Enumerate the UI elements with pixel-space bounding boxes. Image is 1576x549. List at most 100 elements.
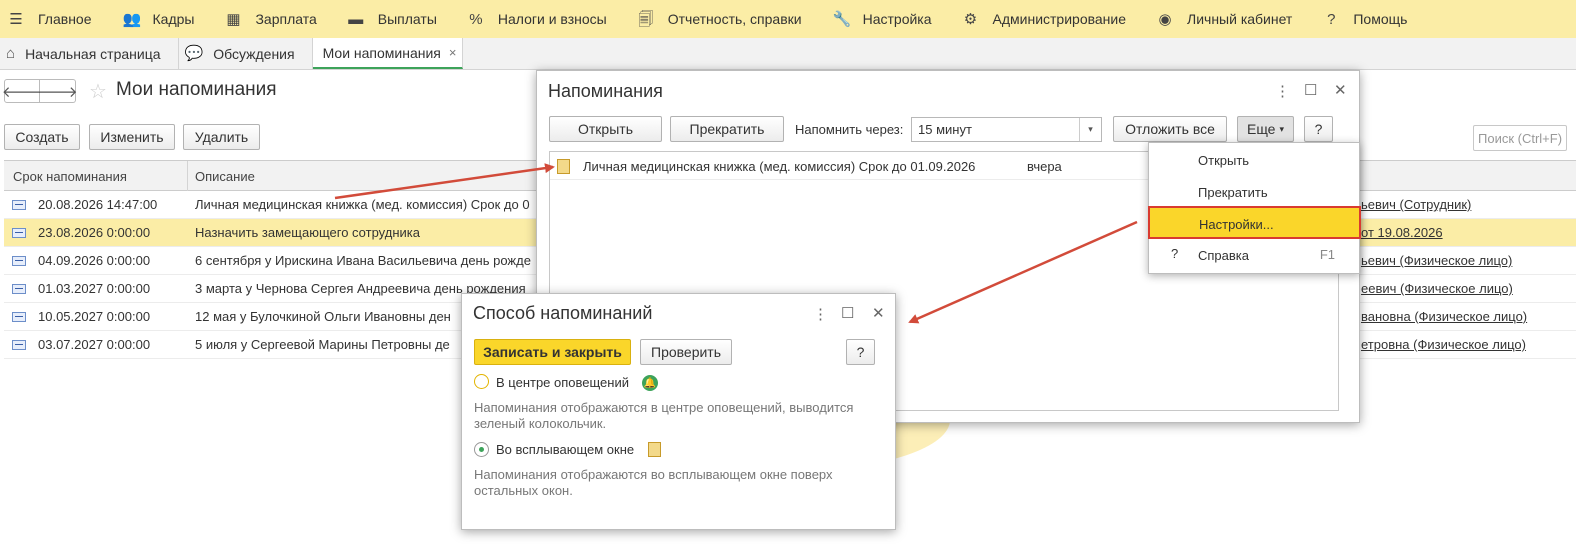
stop-button[interactable]: Прекратить — [670, 116, 784, 142]
popup-window-label[interactable]: Во всплывающем окне — [496, 442, 634, 457]
save-and-close-button[interactable]: Записать и закрыть — [474, 339, 631, 365]
cell-description: Назначить замещающего сотрудника — [195, 225, 420, 240]
menu-item-stop[interactable]: Прекратить — [1149, 178, 1359, 206]
menu-item-1[interactable]: 👥 Кадры — [123, 11, 195, 27]
reminder-clock-icon — [557, 159, 570, 174]
cell-description: Личная медицинская книжка (мед. комиссия… — [195, 197, 530, 212]
help-button[interactable]: ? — [846, 339, 875, 365]
history-nav: 🡐 🡒 — [2, 79, 78, 103]
reminder-type-icon — [12, 312, 26, 322]
tab-my-reminders[interactable]: Мои напоминания × — [312, 38, 464, 69]
tab-home[interactable]: ⌂ Начальная страница — [0, 38, 179, 69]
tab-discussions[interactable]: 💬 Обсуждения — [179, 38, 313, 69]
create-button[interactable]: Создать — [4, 124, 80, 150]
menu-item-label: Главное — [38, 11, 92, 27]
menu-item-5[interactable]: 🗐 Отчетность, справки — [638, 10, 802, 28]
close-window-icon[interactable]: ✕ — [1334, 81, 1347, 99]
close-window-icon[interactable]: ✕ — [872, 304, 885, 322]
column-header-date[interactable]: Срок напоминания — [13, 169, 127, 184]
menu-item-label: Справка — [1198, 248, 1249, 263]
help-button[interactable]: ? — [1304, 116, 1333, 142]
notification-center-radio[interactable] — [474, 374, 489, 389]
reminder-text: Личная медицинская книжка (мед. комиссия… — [583, 159, 976, 174]
maximize-icon[interactable]: ☐ — [841, 304, 854, 322]
cell-subject-link[interactable]: етровна (Физическое лицо) — [1361, 337, 1526, 352]
page-title: Мои напоминания — [116, 79, 277, 100]
calculator-icon: ▦ — [226, 10, 241, 28]
menu-item-7[interactable]: ⚙ Администрирование — [963, 10, 1126, 28]
menu-item-8[interactable]: ◉ Личный кабинет — [1157, 11, 1292, 27]
tab-my-reminders-label: Мои напоминания — [322, 44, 441, 61]
menu-item-2[interactable]: ▦ Зарплата — [225, 11, 316, 27]
reminder-method-window: Способ напоминаний ⋮ ☐ ✕ Записать и закр… — [461, 293, 896, 530]
main-menu-bar: ☰ Главное 👥 Кадры ▦ Зарплата ▬ Выплаты % Налоги и… — [0, 0, 1576, 38]
reminder-type-icon — [12, 200, 26, 210]
cell-subject-link[interactable]: от 19.08.2026 — [1361, 225, 1443, 240]
reminder-type-icon — [12, 256, 26, 266]
help-icon: ? — [1171, 246, 1179, 261]
menu-item-0[interactable]: ☰ Главное — [8, 11, 92, 27]
cell-date: 04.09.2026 0:00:00 — [38, 253, 151, 268]
popup-clock-icon — [648, 442, 661, 457]
reminder-type-icon — [12, 284, 26, 294]
remind-in-value: 15 минут — [918, 122, 972, 137]
menu-item-settings[interactable]: Настройки... — [1148, 206, 1361, 239]
cell-date: 03.07.2027 0:00:00 — [38, 337, 151, 352]
cell-subject-link[interactable]: ьевич (Физическое лицо) — [1361, 253, 1512, 268]
person-circle-icon: ◉ — [1158, 10, 1172, 28]
menu-item-label: Прекратить — [1198, 185, 1268, 200]
column-header-description[interactable]: Описание — [195, 169, 255, 184]
more-options-icon[interactable]: ⋮ — [813, 305, 828, 323]
menu-item-9[interactable]: ? Помощь — [1323, 11, 1407, 27]
help-icon: ? — [1327, 10, 1336, 28]
cell-subject-link[interactable]: ьевич (Сотрудник) — [1361, 197, 1471, 212]
menu-item-6[interactable]: 🔧 Настройка — [833, 11, 932, 27]
cell-date: 20.08.2026 14:47:00 — [38, 197, 158, 212]
notification-center-label[interactable]: В центре оповещений — [496, 375, 629, 390]
open-button[interactable]: Открыть — [549, 116, 662, 142]
users-icon: 👥 — [122, 10, 142, 28]
menu-item-label: Помощь — [1353, 11, 1408, 27]
menu-item-label: Отчетность, справки — [667, 11, 802, 27]
favorite-star-icon[interactable]: ☆ — [89, 79, 107, 104]
report-icon: 🗐 — [638, 10, 654, 28]
more-button-label: Еще — [1246, 121, 1276, 137]
green-bell-icon: 🔔 — [642, 375, 658, 391]
search-input[interactable]: Поиск (Ctrl+F) — [1473, 125, 1567, 151]
chevron-down-icon[interactable]: ▾ — [1079, 118, 1101, 141]
cell-subject-link[interactable]: еевич (Физическое лицо) — [1361, 281, 1513, 296]
reminder-when: вчера — [1027, 159, 1062, 174]
more-chevron-icon: ▾ — [1279, 123, 1285, 134]
delete-button[interactable]: Удалить — [183, 124, 260, 150]
reminder-type-icon — [12, 340, 26, 350]
menu-item-help[interactable]: ? Справка F1 — [1149, 241, 1359, 269]
postpone-all-button[interactable]: Отложить все — [1113, 116, 1227, 142]
close-tab-icon[interactable]: × — [449, 45, 457, 60]
menu-item-4[interactable]: % Налоги и взносы — [468, 11, 607, 27]
menu-item-3[interactable]: ▬ Выплаты — [348, 11, 437, 27]
reminders-window-title: Напоминания — [548, 81, 663, 101]
shortcut-label: F1 — [1319, 247, 1335, 262]
more-button[interactable]: Еще ▾ — [1237, 116, 1294, 142]
reminder-type-icon — [12, 228, 26, 238]
wallet-icon: ▬ — [348, 10, 364, 28]
popup-window-radio[interactable] — [474, 442, 489, 457]
more-options-icon[interactable]: ⋮ — [1275, 82, 1290, 100]
maximize-icon[interactable]: ☐ — [1304, 81, 1317, 99]
chat-icon: 💬 — [184, 45, 204, 62]
tab-bar: ⌂ Начальная страница 💬 Обсуждения Мои на… — [0, 38, 1576, 70]
gear-icon: ⚙ — [963, 10, 978, 28]
cell-description: 12 мая у Булочкиной Ольги Ивановны ден — [195, 309, 451, 324]
reminder-method-title: Способ напоминаний — [473, 303, 653, 323]
edit-button[interactable]: Изменить — [89, 124, 175, 150]
back-button[interactable]: 🡐 — [2, 79, 42, 103]
remind-in-select[interactable]: 15 минут ▾ — [911, 117, 1102, 142]
forward-button[interactable]: 🡒 — [37, 79, 78, 103]
menu-item-label: Открыть — [1198, 153, 1250, 168]
cell-date: 10.05.2027 0:00:00 — [38, 309, 151, 324]
check-button[interactable]: Проверить — [640, 339, 732, 365]
cell-description: 6 сентября у Ирискина Ивана Васильевича … — [195, 253, 531, 268]
cell-subject-link[interactable]: вановна (Физическое лицо) — [1361, 309, 1527, 324]
more-dropdown-menu: Открыть Прекратить Настройки...? Справка F1 — [1148, 142, 1361, 274]
menu-item-open[interactable]: Открыть — [1149, 146, 1359, 174]
